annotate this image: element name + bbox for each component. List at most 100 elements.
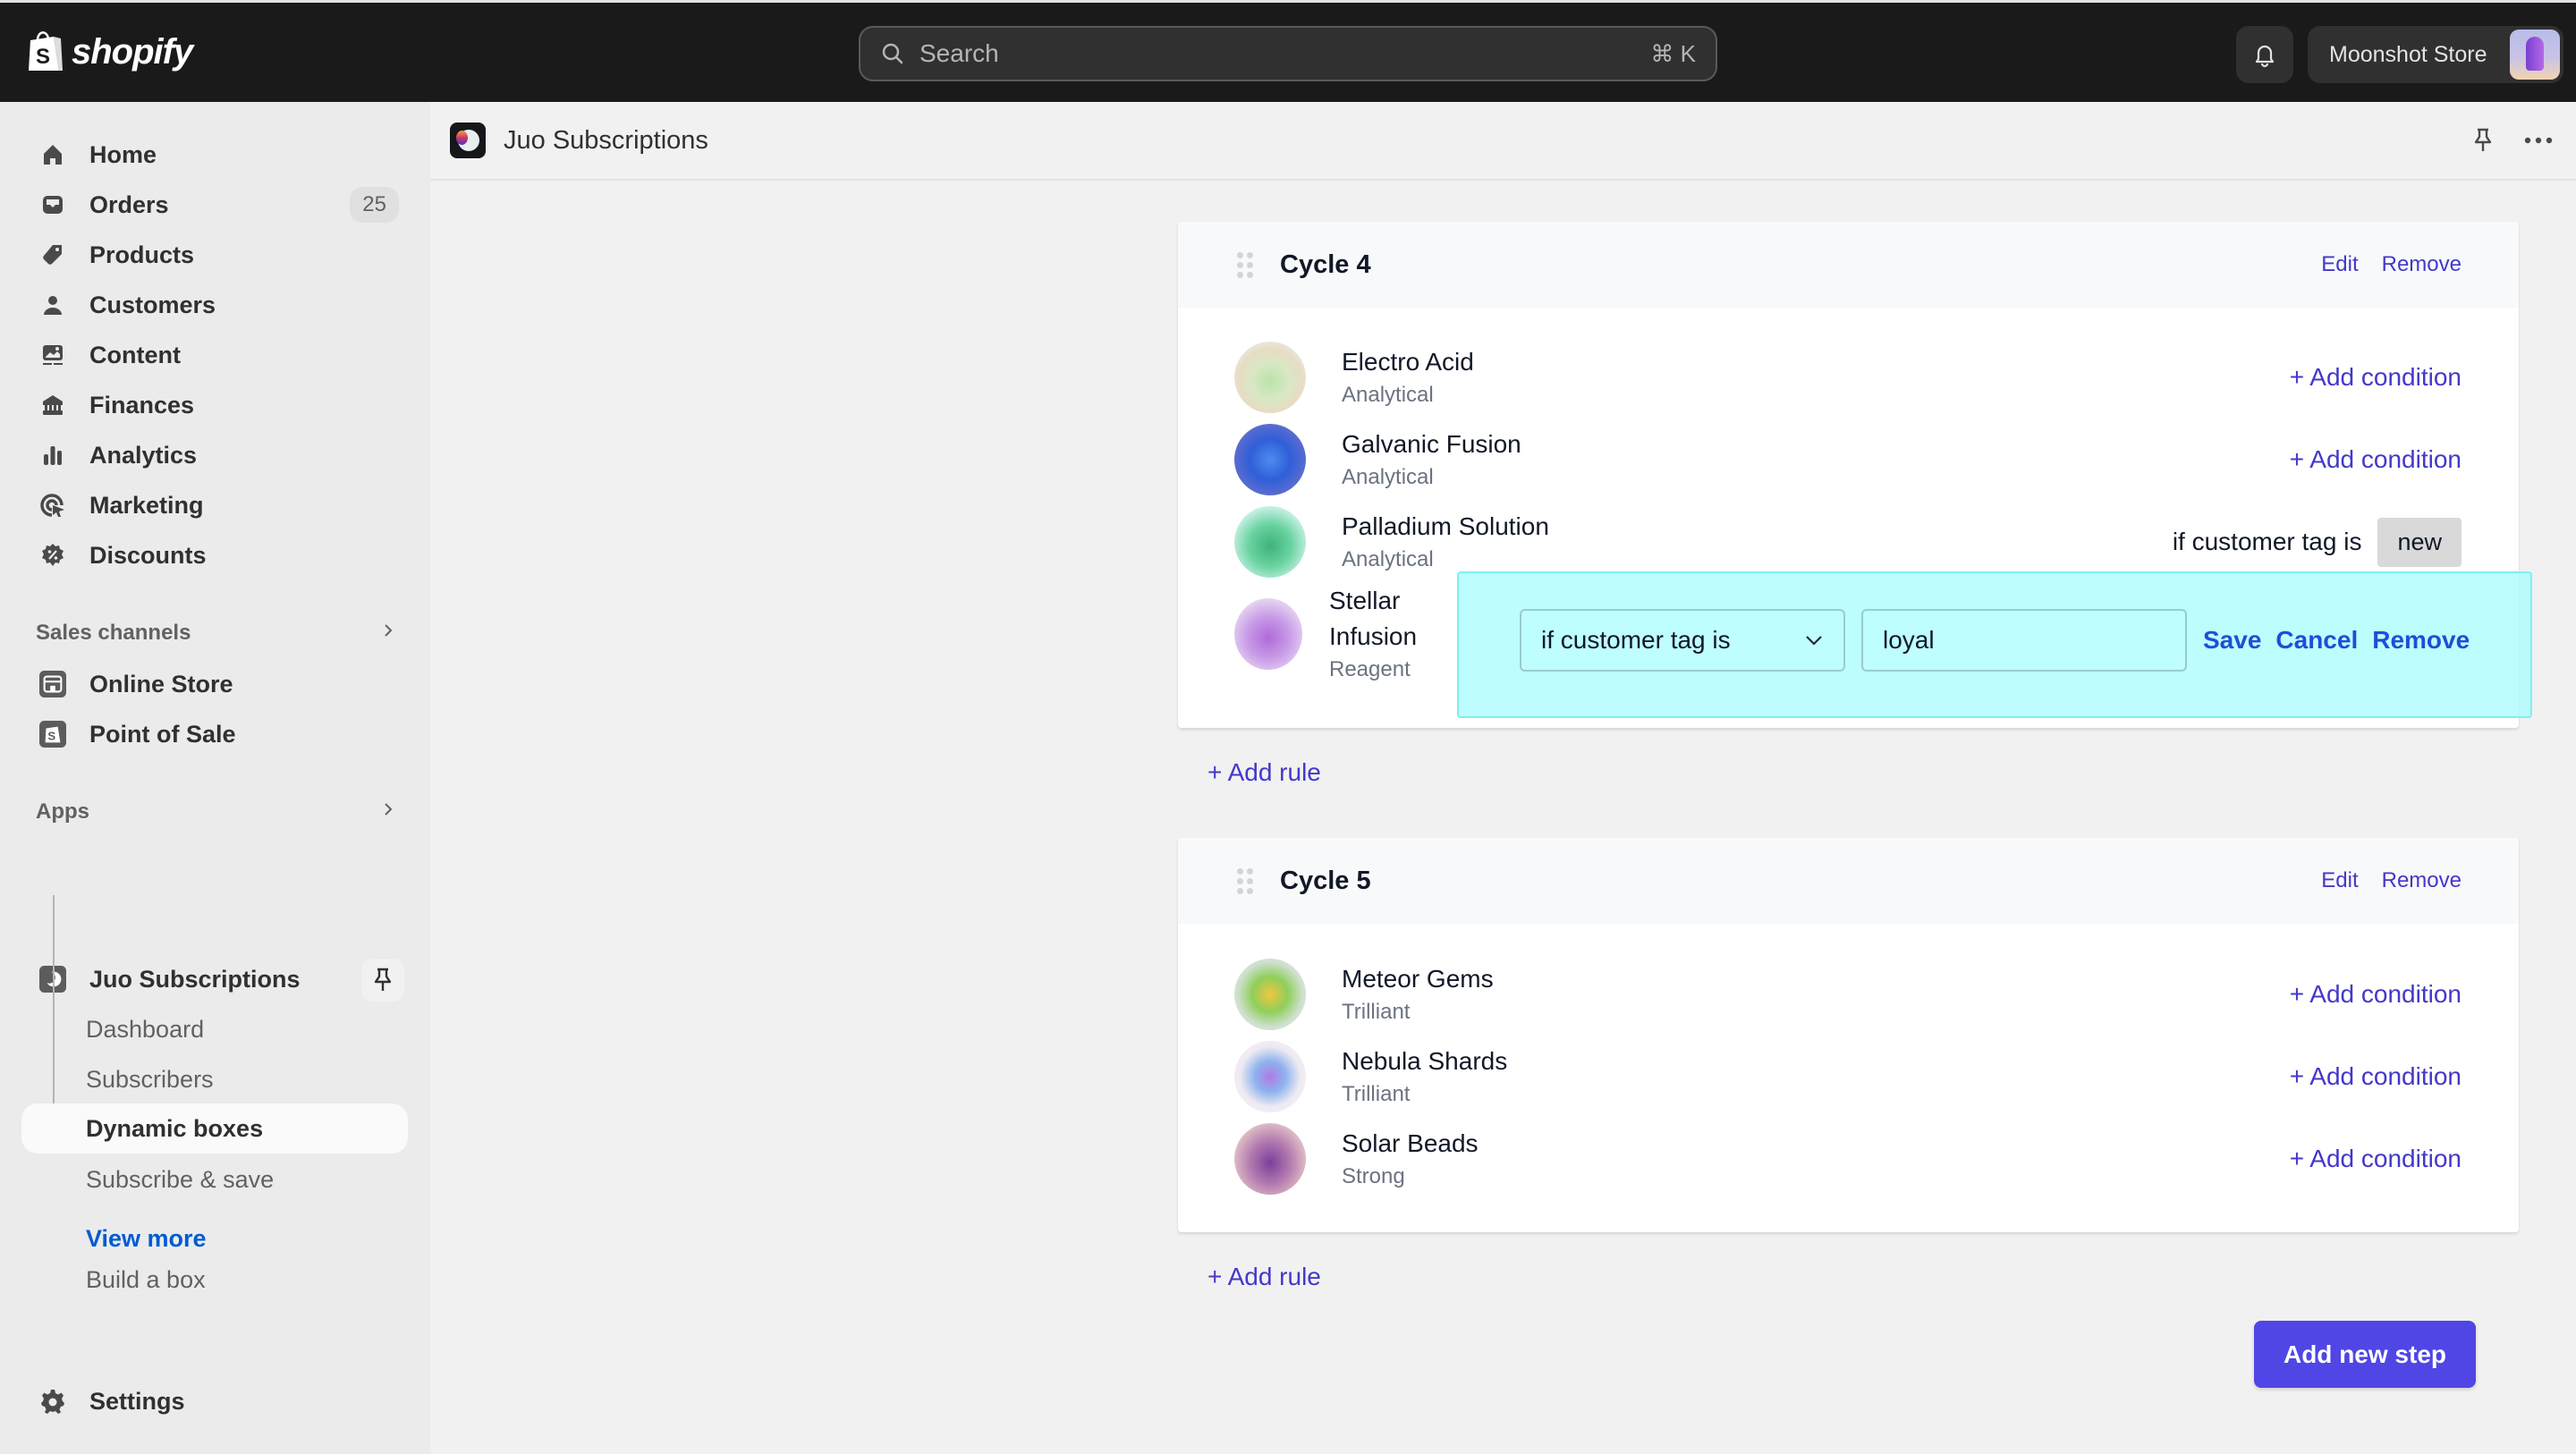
- product-name: Galvanic Fusion: [1342, 430, 1521, 458]
- sidebar-item-marketing[interactable]: Marketing: [21, 481, 408, 529]
- product-variant: Reagent: [1329, 657, 1411, 681]
- more-options-icon[interactable]: [2521, 123, 2556, 158]
- sidebar-item-label: Marketing: [89, 491, 204, 519]
- product-row: Solar Beads Strong + Add condition: [1178, 1120, 2519, 1197]
- tag-icon: [39, 241, 66, 268]
- view-more-link[interactable]: View more: [86, 1225, 207, 1253]
- search-placeholder: Search: [919, 39, 999, 67]
- sidebar-item-analytics[interactable]: Analytics: [21, 431, 408, 479]
- condition-editor: if customer tag is Save Cancel Remove: [1457, 571, 2532, 718]
- sidebar: Home Orders 25 Products Customers Conten…: [0, 102, 430, 1454]
- image-icon: [39, 342, 66, 368]
- app-title: Juo Subscriptions: [504, 125, 708, 155]
- search-icon: [882, 43, 903, 64]
- shopify-logo[interactable]: S shopify: [27, 30, 193, 74]
- sidebar-item-discounts[interactable]: Discounts: [21, 531, 408, 579]
- sidebar-item-customers[interactable]: Customers: [21, 281, 408, 329]
- sidebar-subitem-label: Dynamic boxes: [86, 1114, 264, 1142]
- product-variant: Trilliant: [1342, 1082, 1411, 1106]
- pos-icon: S: [39, 721, 66, 748]
- sidebar-item-label: Point of Sale: [89, 720, 236, 748]
- store-menu-button[interactable]: Moonshot Store: [2308, 26, 2563, 83]
- product-thumbnail: [1234, 1123, 1306, 1195]
- sidebar-item-products[interactable]: Products: [21, 231, 408, 279]
- add-new-step-button[interactable]: Add new step: [2254, 1321, 2476, 1388]
- add-condition-link[interactable]: + Add condition: [2290, 363, 2462, 392]
- search-bar[interactable]: Search ⌘ K: [859, 26, 1717, 81]
- svg-text:S: S: [47, 730, 55, 743]
- sales-channels-header[interactable]: Sales channels: [36, 621, 395, 646]
- sidebar-subitem-subscribe-save[interactable]: Subscribe & save: [86, 1166, 274, 1194]
- edit-cycle-link[interactable]: Edit: [2321, 868, 2358, 893]
- store-icon: [39, 671, 66, 697]
- notifications-button[interactable]: [2236, 26, 2293, 83]
- home-icon: [39, 141, 66, 168]
- pin-icon[interactable]: [2465, 123, 2501, 158]
- sidebar-subitem-dashboard[interactable]: Dashboard: [86, 1016, 204, 1044]
- person-icon: [39, 292, 66, 318]
- sidebar-item-online-store[interactable]: Online Store: [21, 660, 408, 708]
- product-row: Meteor Gems Trilliant + Add condition: [1178, 956, 2519, 1033]
- add-condition-link[interactable]: + Add condition: [2290, 1062, 2462, 1091]
- sidebar-item-label: Settings: [89, 1387, 185, 1415]
- shopify-bag-icon: S: [29, 31, 63, 71]
- cycle-header: Cycle 4 Edit Remove: [1178, 222, 2519, 308]
- condition-tag[interactable]: new: [2377, 517, 2462, 567]
- cycle-header: Cycle 5 Edit Remove: [1178, 838, 2519, 924]
- remove-condition-button[interactable]: Remove: [2372, 626, 2470, 655]
- product-variant: Analytical: [1342, 547, 1434, 571]
- orders-icon: [39, 191, 66, 218]
- sales-channels-label: Sales channels: [36, 621, 191, 645]
- sidebar-item-juo-subscriptions[interactable]: Juo Subscriptions: [21, 955, 408, 1003]
- edit-cycle-link[interactable]: Edit: [2321, 252, 2358, 277]
- product-variant: Analytical: [1342, 383, 1434, 407]
- product-thumbnail: [1234, 342, 1306, 413]
- remove-cycle-link[interactable]: Remove: [2382, 252, 2462, 277]
- add-condition-link[interactable]: + Add condition: [2290, 1145, 2462, 1173]
- cancel-button[interactable]: Cancel: [2275, 626, 2358, 655]
- drag-handle-icon[interactable]: [1237, 251, 1253, 278]
- cycle-title: Cycle 5: [1280, 866, 1371, 895]
- sidebar-item-finances[interactable]: Finances: [21, 381, 408, 429]
- product-row: Electro Acid Analytical + Add condition: [1178, 339, 2519, 416]
- sidebar-item-label: Products: [89, 241, 195, 268]
- sidebar-subitem-subscribers[interactable]: Subscribers: [86, 1066, 214, 1094]
- cycle-card: Cycle 4 Edit Remove Electro Acid Analyti…: [1178, 222, 2532, 728]
- drag-handle-icon[interactable]: [1237, 867, 1253, 894]
- sidebar-item-label: Online Store: [89, 670, 233, 697]
- product-variant: Analytical: [1342, 465, 1434, 489]
- sidebar-item-settings[interactable]: Settings: [21, 1377, 408, 1425]
- product-thumbnail: [1234, 959, 1306, 1030]
- sidebar-item-label: Home: [89, 140, 157, 168]
- add-condition-link[interactable]: + Add condition: [2290, 980, 2462, 1009]
- apps-label: Apps: [36, 799, 89, 824]
- sidebar-subitem-dynamic-boxes[interactable]: Dynamic boxes: [21, 1103, 408, 1154]
- gear-icon: [39, 1388, 66, 1415]
- tree-connector: [53, 895, 55, 1129]
- pin-app-button[interactable]: [361, 959, 404, 1002]
- product-variant: Strong: [1342, 1164, 1405, 1188]
- sidebar-item-orders[interactable]: Orders 25: [21, 181, 408, 229]
- chevron-right-icon: [381, 621, 395, 646]
- bell-icon: [2255, 45, 2275, 68]
- product-name: Electro Acid: [1342, 348, 1474, 376]
- remove-cycle-link[interactable]: Remove: [2382, 868, 2462, 893]
- product-row: Palladium Solution Analytical if custome…: [1178, 503, 2519, 580]
- sidebar-item-label: Discounts: [89, 541, 207, 569]
- add-rule-link[interactable]: + Add rule: [1208, 758, 1321, 787]
- sidebar-subitem-build-a-box[interactable]: Build a box: [86, 1266, 206, 1294]
- add-rule-link[interactable]: + Add rule: [1208, 1263, 1321, 1291]
- svg-text:S: S: [36, 45, 50, 69]
- sidebar-item-point-of-sale[interactable]: S Point of Sale: [21, 710, 408, 758]
- condition-type-select[interactable]: if customer tag is: [1520, 609, 1845, 672]
- sidebar-item-content[interactable]: Content: [21, 331, 408, 379]
- condition-value-input[interactable]: [1861, 609, 2187, 672]
- product-name: Solar Beads: [1342, 1129, 1479, 1157]
- top-bar: S shopify Search ⌘ K Moonshot Store: [0, 0, 2576, 102]
- save-button[interactable]: Save: [2203, 626, 2261, 655]
- sidebar-item-label: Content: [89, 341, 181, 368]
- apps-header[interactable]: Apps: [36, 799, 395, 824]
- sidebar-item-home[interactable]: Home: [21, 131, 408, 179]
- juo-logo: [450, 123, 486, 158]
- add-condition-link[interactable]: + Add condition: [2290, 445, 2462, 474]
